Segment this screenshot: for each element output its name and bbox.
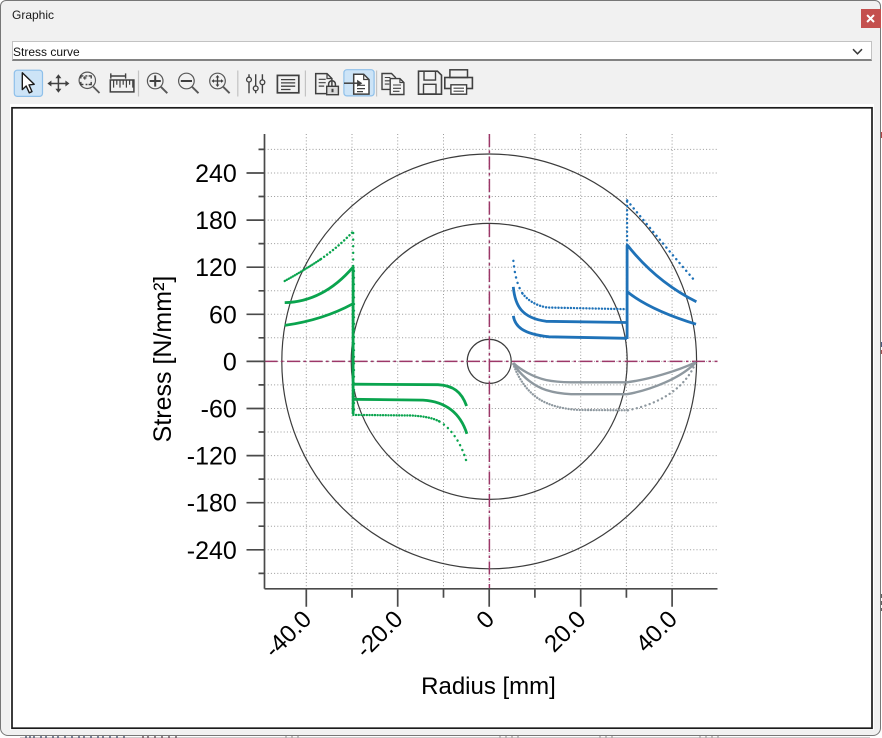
- svg-text:0: 0: [223, 348, 237, 376]
- svg-text:-60: -60: [201, 396, 237, 424]
- svg-text:-240: -240: [187, 537, 237, 565]
- svg-text:Stress [N/mm²]: Stress [N/mm²]: [149, 276, 177, 443]
- svg-text:-120: -120: [187, 443, 237, 471]
- svg-text:120: 120: [195, 254, 237, 282]
- svg-text:180: 180: [195, 207, 237, 235]
- svg-text:60: 60: [209, 301, 237, 329]
- svg-text:240: 240: [195, 160, 237, 188]
- svg-text:Radius [mm]: Radius [mm]: [421, 673, 556, 700]
- svg-text:-180: -180: [187, 490, 237, 518]
